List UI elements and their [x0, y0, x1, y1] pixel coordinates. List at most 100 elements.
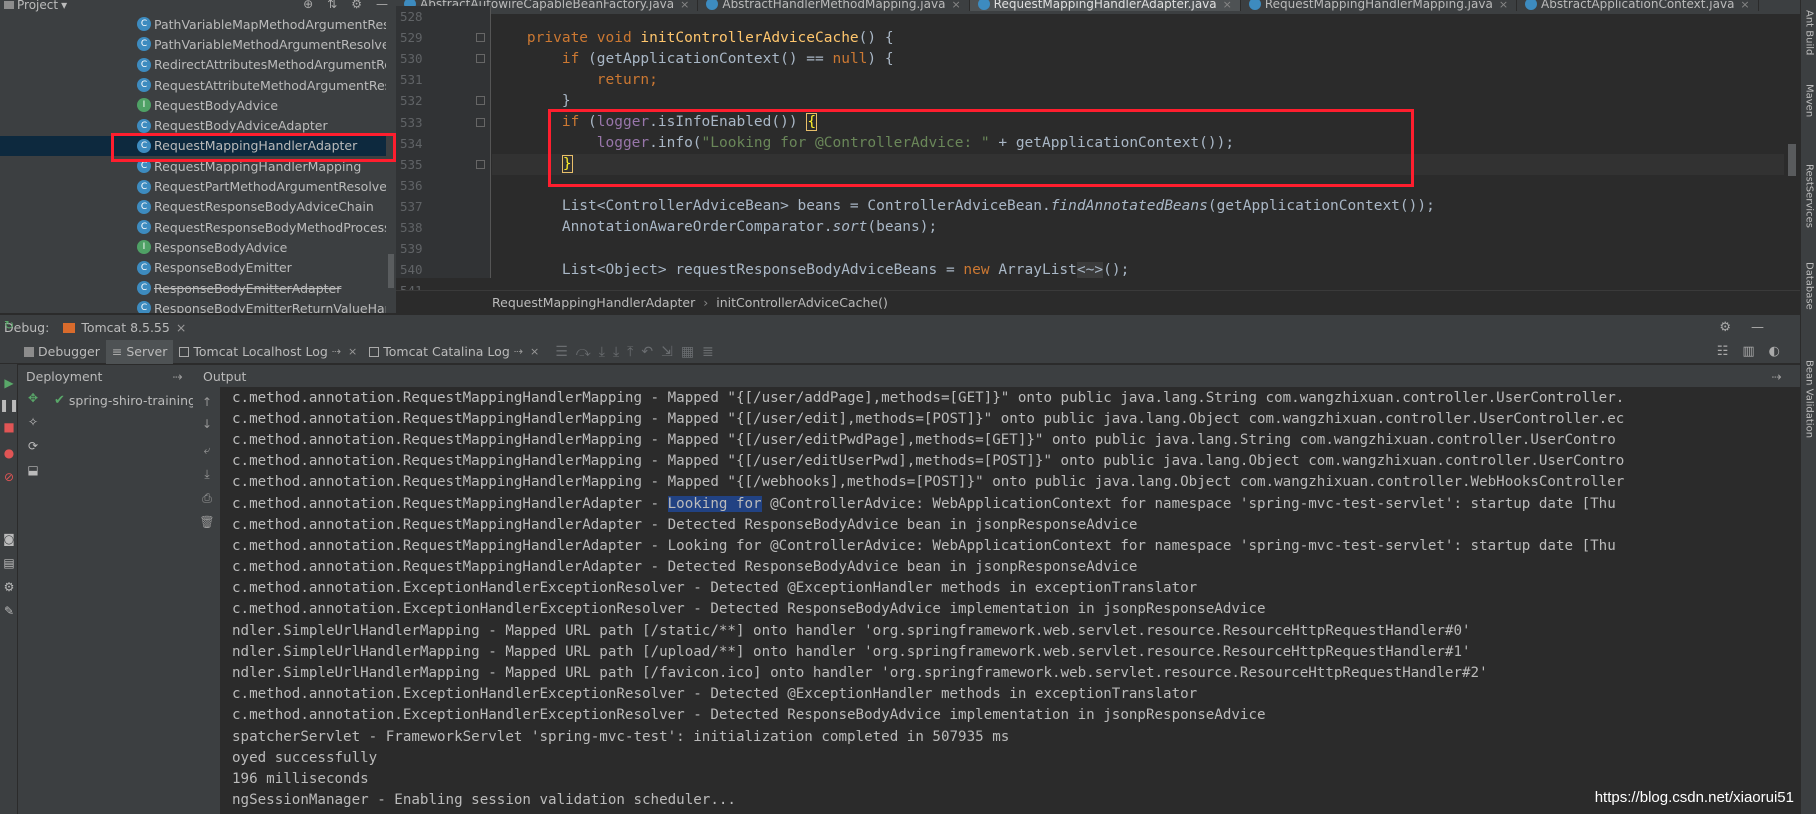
settings-icon[interactable]: ◐	[1769, 344, 1780, 359]
soft-wrap-icon[interactable]: ⤶	[200, 443, 214, 457]
project-view-selector[interactable]: Project ▾	[4, 0, 67, 12]
tree-item[interactable]: C ResponseBodyEmitter	[0, 258, 386, 278]
right-strip-restservices[interactable]: RestServices	[1802, 164, 1816, 228]
tree-item[interactable]: I RequestBodyAdvice	[0, 95, 386, 115]
tree-item[interactable]: C RequestResponseBodyMethodProcessor	[0, 217, 386, 237]
scrollbar-thumb[interactable]	[1788, 144, 1796, 176]
locate-icon[interactable]: ⊕	[303, 0, 313, 11]
arrow-down-icon[interactable]: ↓	[200, 417, 214, 431]
code-area[interactable]: private void initControllerAdviceCache()…	[492, 6, 1784, 278]
code-line[interactable]: if (getApplicationContext() == null) {	[492, 48, 1784, 69]
mute-breakpoints-icon[interactable]: ⊘	[2, 470, 16, 484]
tab-server[interactable]: ≡ Server	[105, 339, 174, 364]
pin-icon[interactable]: ⇢	[173, 369, 183, 384]
evaluate-icon[interactable]: ▦	[681, 344, 694, 360]
trace-icon[interactable]: ≣	[702, 344, 714, 360]
code-line[interactable]: if (logger .isInfoEnabled()) {	[492, 111, 1784, 132]
run-to-cursor-icon[interactable]: ⇲	[661, 344, 673, 360]
code-line[interactable]: return;	[492, 69, 1784, 90]
camera-icon[interactable]: ◙	[2, 532, 16, 546]
deployment-item[interactable]: ✔ spring-shiro-training:w	[54, 393, 204, 408]
tab-debugger[interactable]: Debugger	[18, 340, 106, 364]
close-icon[interactable]: ×	[530, 345, 539, 358]
collapse-all-icon[interactable]: ⇅	[327, 0, 337, 11]
tab-tomcat-catalina-log[interactable]: Tomcat Catalina Log ⇢ ×	[363, 340, 545, 364]
breadcrumb-method[interactable]: initControllerAdviceCache()	[716, 295, 888, 310]
close-icon[interactable]: ×	[176, 320, 186, 335]
pin-icon[interactable]: ⇢	[514, 345, 523, 358]
code-line[interactable]: private void initControllerAdviceCache()…	[492, 27, 1784, 48]
code-line[interactable]	[492, 6, 1784, 27]
tree-item[interactable]: CResponseBodyEmitterReturnValueHandler	[0, 298, 386, 313]
tree-item[interactable]: I ResponseBodyAdvice	[0, 237, 386, 257]
tree-item[interactable]: C RequestMappingHandlerAdapter	[0, 135, 386, 157]
hide-icon[interactable]: —	[1751, 320, 1764, 335]
right-strip-maven[interactable]: Maven	[1802, 84, 1816, 117]
fold-marker-icon[interactable]	[476, 96, 485, 106]
force-step-into-icon[interactable]: ⤓	[613, 344, 619, 360]
code-line[interactable]: }	[492, 90, 1784, 111]
stop-icon[interactable]: ■	[2, 420, 16, 434]
arrow-up-icon[interactable]: ↑	[200, 395, 214, 409]
code-line[interactable]: }	[492, 153, 1784, 175]
code-line[interactable]: List<Object> requestResponseBodyAdviceBe…	[492, 259, 1784, 278]
tab-tomcat-localhost-log[interactable]: Tomcat Localhost Log ⇢ ×	[173, 340, 363, 364]
fold-marker-icon[interactable]	[476, 117, 485, 127]
fold-marker-icon[interactable]	[476, 33, 485, 43]
right-strip-database[interactable]: Database	[1802, 262, 1816, 310]
pin-icon[interactable]: ⇢	[1772, 369, 1782, 384]
tree-item[interactable]: C PathVariableMethodArgumentResolver	[0, 34, 386, 54]
print-icon[interactable]: ⎙	[200, 491, 214, 505]
code-line[interactable]: logger .info("Looking for @ControllerAdvi…	[492, 133, 1784, 154]
tree-item[interactable]: C RequestPartMethodArgumentResolver	[0, 176, 386, 196]
pin-icon[interactable]: ⇢	[332, 345, 341, 358]
gear-icon[interactable]: ⚙	[1719, 320, 1731, 335]
breadcrumb-class[interactable]: RequestMappingHandlerAdapter	[492, 295, 695, 310]
tree-item[interactable]: CRequestAttributeMethodArgumentResolver	[0, 75, 386, 95]
resume-icon[interactable]: ▶	[2, 376, 16, 390]
hide-icon[interactable]: —	[376, 0, 388, 11]
code-line[interactable]: List<ControllerAdviceBean> beans = Contr…	[492, 196, 1784, 217]
step-out-icon[interactable]: ⤒	[627, 344, 633, 360]
right-strip-bean-validation[interactable]: Bean Validation	[1802, 360, 1816, 438]
scrollbar-thumb[interactable]	[388, 254, 394, 288]
code-line[interactable]	[492, 238, 1784, 259]
pause-icon[interactable]: ❚❚	[0, 398, 19, 412]
project-scrollbar[interactable]	[386, 14, 396, 313]
tree-item[interactable]: C ResponseBodyEmitterAdapter	[0, 278, 386, 298]
project-tree[interactable]: CPathVariableMapMethodArgumentResolverCP…	[0, 14, 386, 313]
gear-icon[interactable]: ⚙	[351, 0, 362, 11]
gear-icon[interactable]: ⚙	[2, 580, 16, 594]
rerun-icon[interactable]: ↻	[2, 318, 16, 332]
layout-icon[interactable]: ☷	[1717, 344, 1729, 359]
pin-icon[interactable]: ✎	[2, 604, 16, 618]
refresh-icon[interactable]: ⟳	[26, 439, 40, 453]
console-output[interactable]: c.method.annotation.RequestMappingHandle…	[222, 387, 1800, 814]
tree-item[interactable]: C RequestMappingHandlerMapping	[0, 156, 386, 176]
right-strip-ant-build[interactable]: Ant Build	[1802, 10, 1816, 55]
drop-frame-icon[interactable]: ↶	[641, 344, 653, 360]
step-over-icon[interactable]: ⤼	[576, 344, 591, 360]
deploy-all-icon[interactable]: ⬓	[26, 463, 40, 477]
trash-icon[interactable]: 🗑	[199, 515, 214, 529]
fold-marker-icon[interactable]	[476, 54, 485, 64]
scroll-to-end-icon[interactable]: ⤓	[200, 467, 214, 481]
deploy-icon[interactable]: ✥	[26, 391, 40, 405]
layout-icon[interactable]: ▤	[2, 556, 16, 570]
code-editor[interactable]: 5285295305315325335345355365375385395405…	[396, 6, 1800, 298]
step-into-icon[interactable]: ⤓	[599, 344, 605, 360]
editor-scrollbar[interactable]	[1784, 14, 1800, 286]
split-icon[interactable]: ▥	[1742, 344, 1754, 359]
debug-config-tab[interactable]: Tomcat 8.5.55 ×	[63, 320, 186, 335]
tree-item[interactable]: C RequestResponseBodyAdviceChain	[0, 197, 386, 217]
code-line[interactable]: AnnotationAwareOrderComparator. sort (bean…	[492, 217, 1784, 238]
show-execution-point-icon[interactable]: ☰	[555, 344, 568, 360]
fold-marker-icon[interactable]	[476, 159, 485, 169]
tree-item[interactable]: CRedirectAttributesMethodArgumentResolve	[0, 55, 386, 75]
breakpoints-icon[interactable]: ●	[2, 446, 16, 460]
tree-item[interactable]: CPathVariableMapMethodArgumentResolver	[0, 14, 386, 34]
code-line[interactable]	[492, 175, 1784, 196]
undeploy-icon[interactable]: ✧	[26, 415, 40, 429]
tree-item[interactable]: C RequestBodyAdviceAdapter	[0, 115, 386, 135]
close-icon[interactable]: ×	[348, 345, 357, 358]
